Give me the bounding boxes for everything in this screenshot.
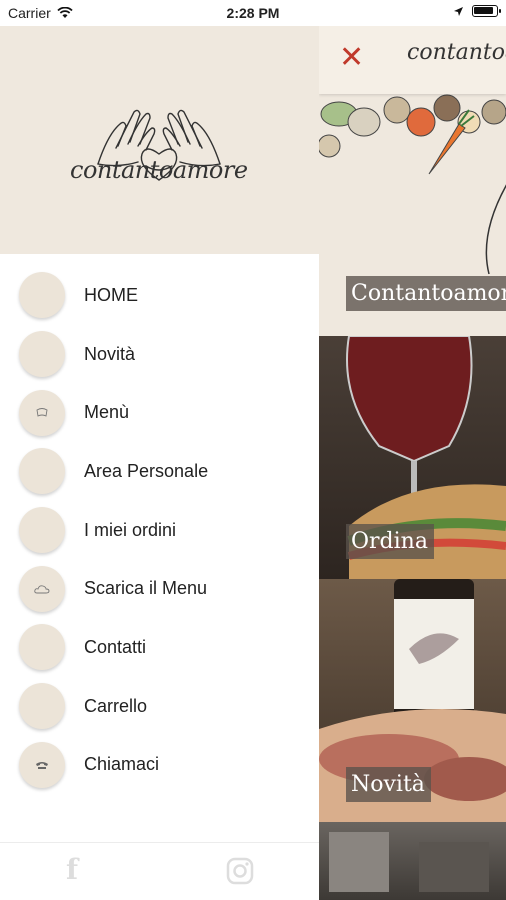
side-drawer: contantoamore HOME Novità Menù Area Pers… (0, 26, 319, 900)
location-arrow-icon (454, 6, 463, 16)
menu-item-chiamaci[interactable]: Chiamaci (0, 736, 319, 795)
battery-icon (472, 5, 501, 17)
close-icon[interactable]: ✕ (339, 43, 364, 73)
home-icon (19, 272, 65, 319)
menu-item-ordini[interactable]: I miei ordini (0, 501, 319, 560)
tile-partial[interactable] (319, 822, 506, 900)
menu-book-icon (19, 389, 65, 436)
menu-item-label: I miei ordini (84, 519, 177, 540)
orders-icon (19, 507, 65, 554)
tile-label: Novità (346, 767, 431, 802)
drawer-footer: f (0, 842, 319, 900)
hands-heart-logo-icon (97, 109, 221, 181)
main-content: ✕ contantoamore Contantoamore (319, 26, 506, 900)
status-right (453, 5, 501, 17)
cart-icon (19, 683, 65, 730)
menu-item-label: Menù (84, 402, 130, 423)
menu-item-contatti[interactable]: Contatti (0, 618, 319, 677)
menu-item-scarica-menu[interactable]: Scarica il Menu (0, 559, 319, 618)
menu-item-label: Scarica il Menu (84, 578, 208, 599)
menu-item-label: Contatti (84, 636, 147, 657)
status-bar: Carrier 2:28 PM (0, 0, 506, 26)
menu-item-label: Carrello (84, 695, 148, 716)
status-time: 2:28 PM (226, 5, 280, 21)
app-title: contantoamore (407, 40, 506, 65)
user-icon (19, 448, 65, 495)
kitchen-photo (329, 832, 489, 892)
drawer-header: contantoamore (0, 26, 319, 254)
drawer-menu: HOME Novità Menù Area Personale I miei o… (0, 266, 319, 794)
tile-label: Contantoamore (346, 276, 506, 311)
menu-item-novita[interactable]: Novità (0, 325, 319, 384)
menu-item-label: Area Personale (84, 460, 209, 481)
app-bar: ✕ contantoamore (319, 26, 506, 94)
tile-contantoamore[interactable]: Contantoamore (319, 94, 506, 336)
menu-item-label: HOME (84, 284, 138, 305)
menu-item-label: Novità (84, 343, 136, 364)
news-icon (19, 331, 65, 378)
instagram-icon[interactable] (226, 857, 254, 885)
brand-logo-text: contantoamore (70, 156, 248, 184)
menu-item-area-personale[interactable]: Area Personale (0, 442, 319, 501)
menu-item-home[interactable]: HOME (0, 266, 319, 325)
contact-icon (19, 624, 65, 671)
tile-ordina[interactable]: Ordina (319, 336, 506, 579)
menu-item-menu[interactable]: Menù (0, 383, 319, 442)
menu-item-label: Chiamaci (84, 754, 160, 775)
facebook-icon[interactable]: f (66, 855, 78, 885)
tile-novita[interactable]: Novità (319, 579, 506, 822)
phone-icon (19, 741, 65, 788)
tile-label: Ordina (346, 524, 434, 559)
download-cloud-icon (19, 565, 65, 612)
menu-item-carrello[interactable]: Carrello (0, 677, 319, 736)
